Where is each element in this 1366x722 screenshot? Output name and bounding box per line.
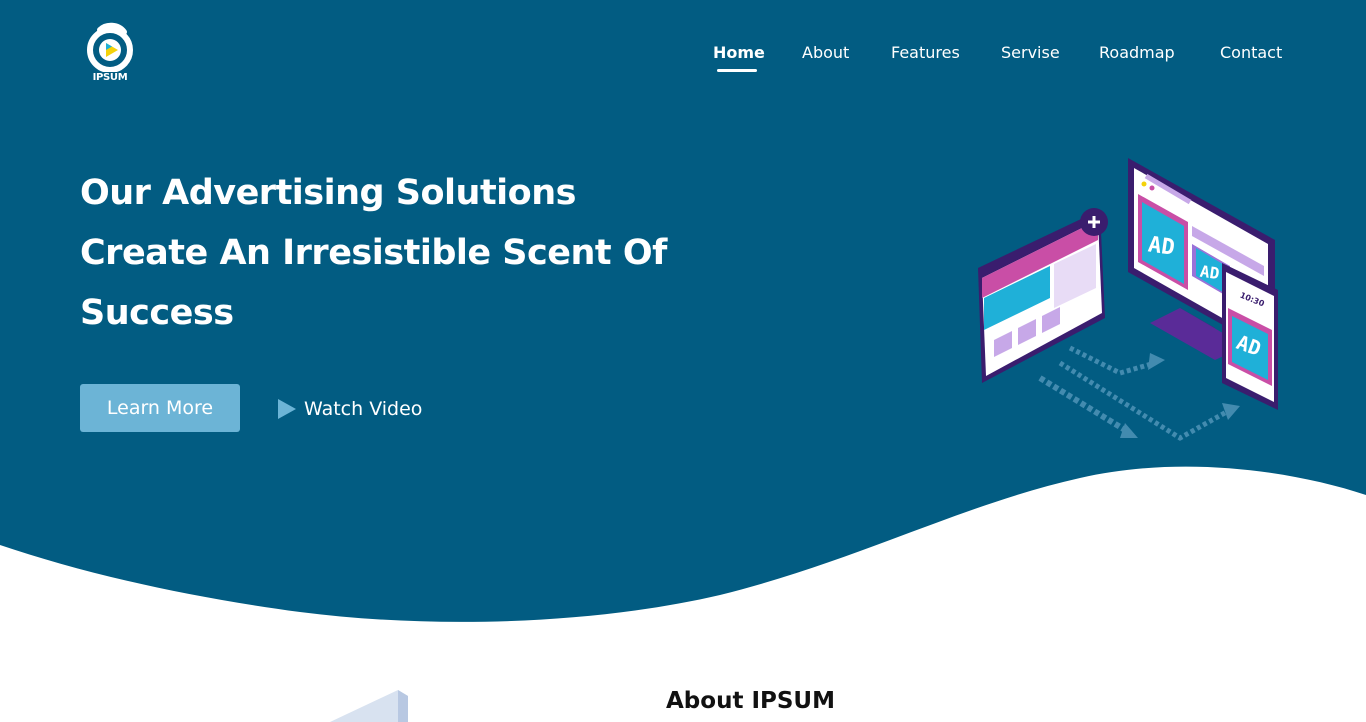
nav-item-home[interactable]: Home: [713, 43, 765, 72]
main-nav: Home About Features Servise Roadmap Cont…: [0, 43, 1366, 73]
nav-item-label: Contact: [1220, 43, 1283, 62]
nav-item-about[interactable]: About: [802, 43, 849, 62]
learn-more-button[interactable]: Learn More: [80, 384, 240, 432]
monitor-ad-label-right: AD: [1199, 262, 1221, 283]
hero-title: Our Advertising Solutions Create An Irre…: [80, 163, 700, 343]
play-icon: [278, 399, 296, 419]
nav-item-label: Features: [891, 43, 960, 62]
nav-item-servise[interactable]: Servise: [1001, 43, 1060, 62]
about-illustration: [330, 690, 408, 722]
nav-item-contact[interactable]: Contact: [1220, 43, 1282, 62]
nav-active-indicator: [717, 69, 757, 72]
nav-item-label: About: [802, 43, 850, 62]
nav-item-label: Roadmap: [1099, 43, 1175, 62]
monitor-ad-label-left: AD: [1147, 232, 1177, 260]
nav-item-label: Home: [713, 43, 765, 62]
nav-item-roadmap[interactable]: Roadmap: [1099, 43, 1175, 62]
hero-title-line: Create An Irresistible Scent Of: [80, 233, 667, 273]
hero-title-line: Success: [80, 293, 234, 333]
watch-video-label: Watch Video: [304, 398, 423, 420]
about-heading: About IPSUM: [666, 688, 835, 714]
watch-video-link[interactable]: Watch Video: [278, 394, 422, 424]
nav-item-features[interactable]: Features: [891, 43, 960, 62]
learn-more-label: Learn More: [106, 397, 214, 419]
nav-item-label: Servise: [1001, 43, 1060, 62]
advertising-devices-illustration: AD AD 10:30 AD: [978, 158, 1278, 441]
browser-window-icon: [978, 208, 1108, 383]
growth-arrows-icon: [1038, 345, 1240, 441]
hero-title-line: Our Advertising Solutions: [80, 173, 576, 213]
logo-text: IPSUM: [92, 72, 128, 83]
